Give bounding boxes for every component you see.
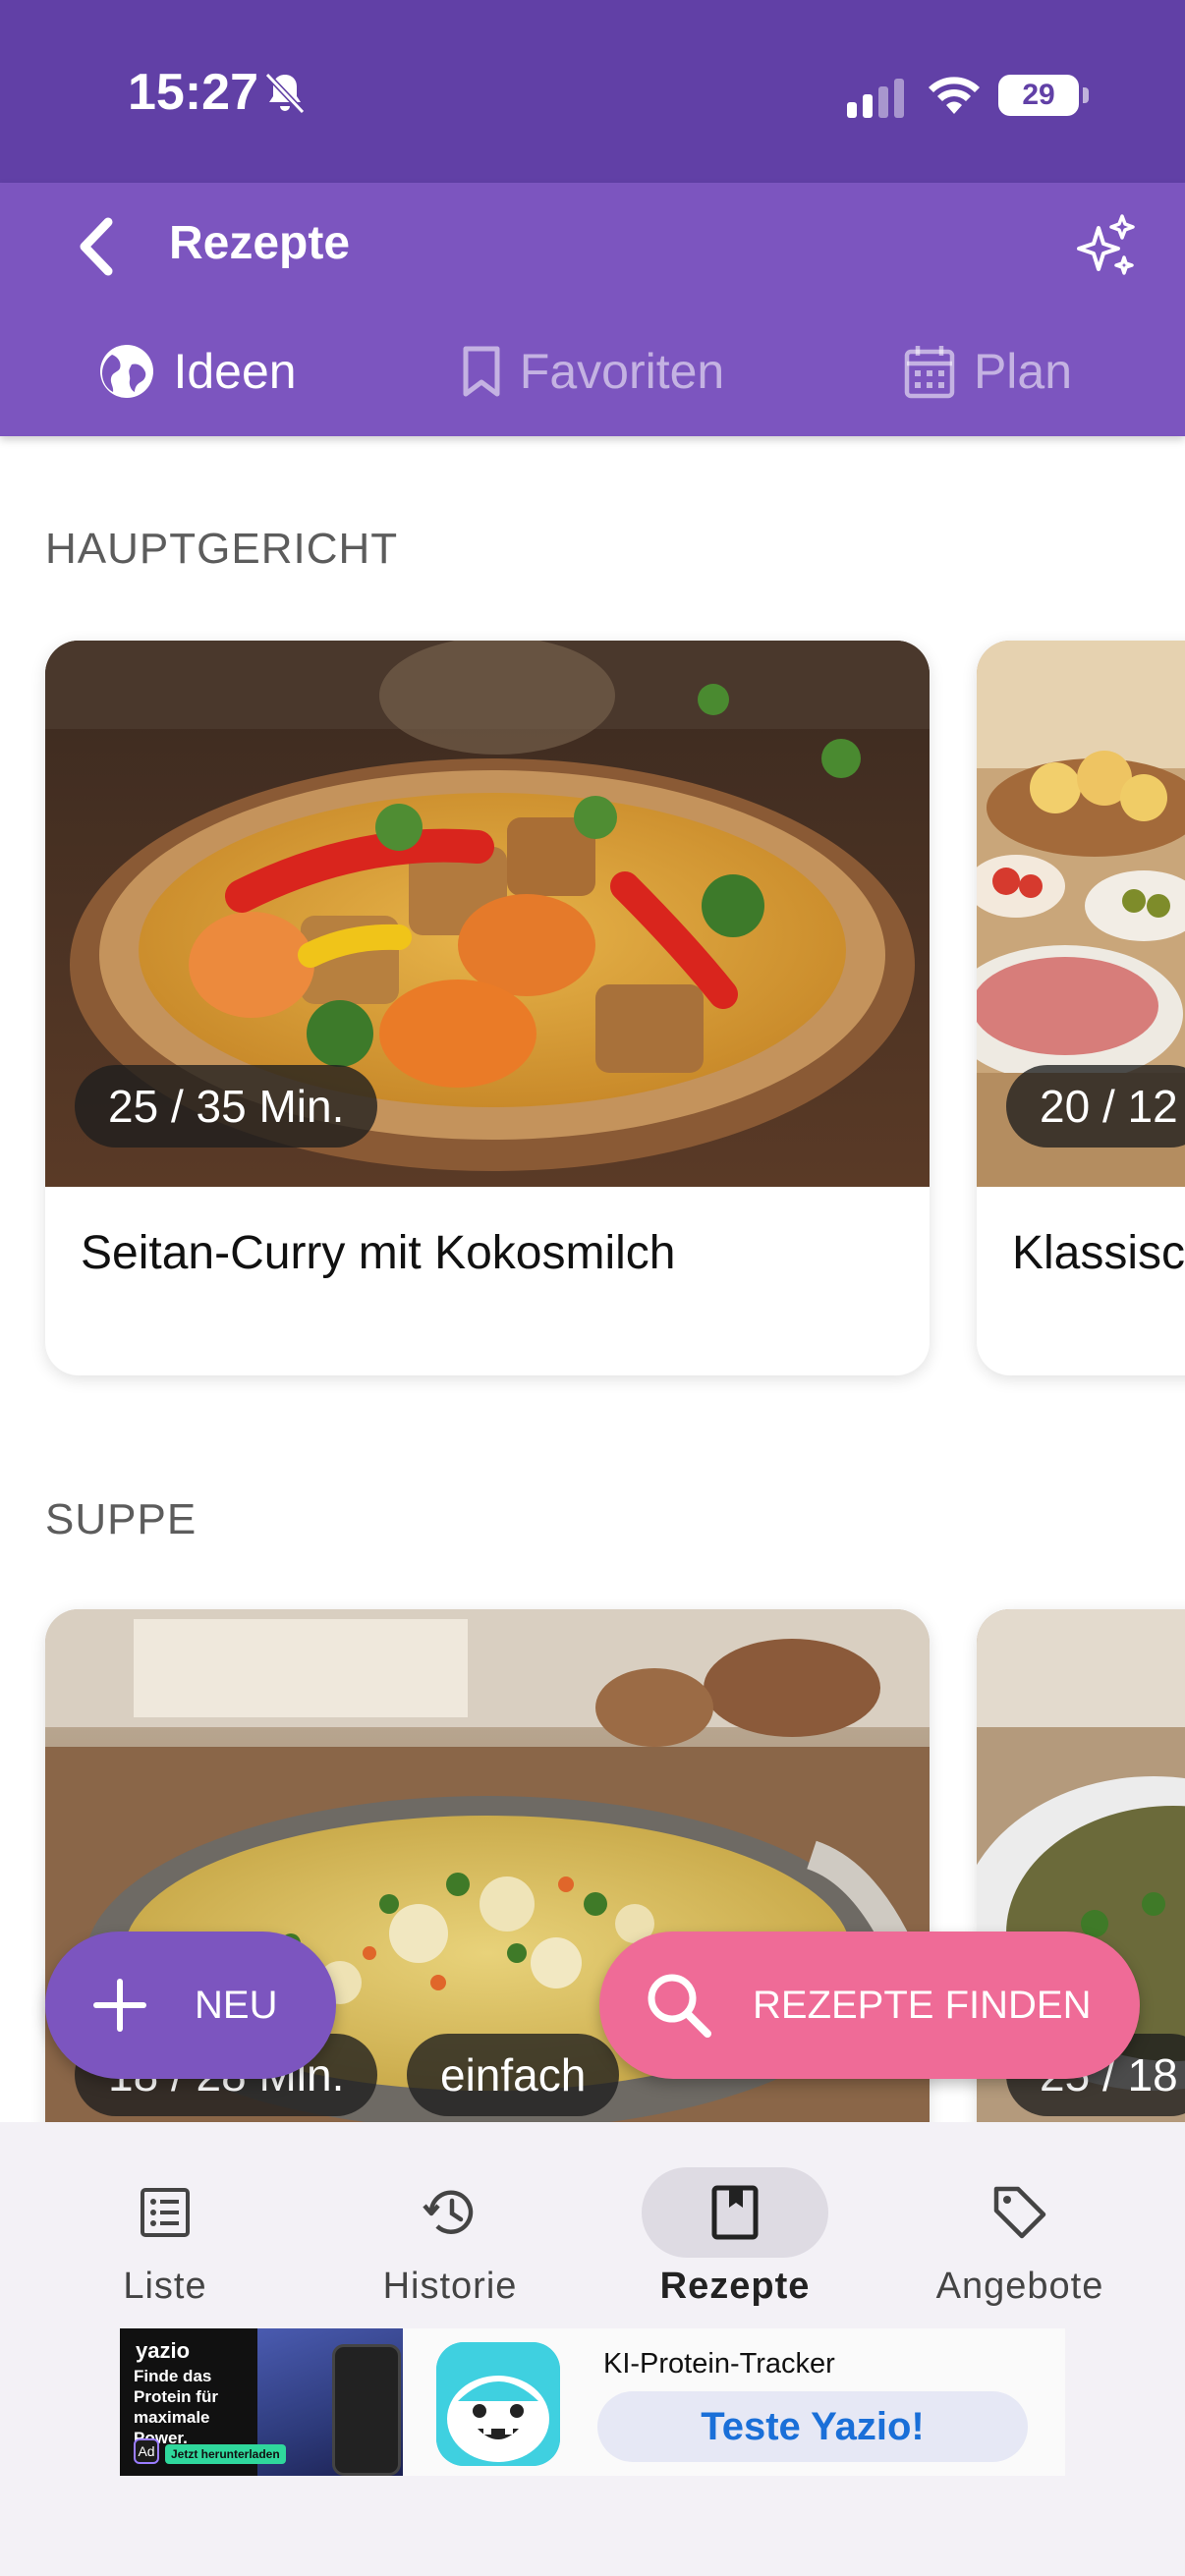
wifi-icon [929, 77, 980, 114]
bottom-navigation: Liste Historie Rezepte Angebote yazio Fi… [0, 2122, 1185, 2576]
status-time: 15:27 [128, 64, 258, 121]
status-bar: 15:27 29 [0, 0, 1185, 183]
tab-plan-label: Plan [973, 344, 1073, 399]
find-recipes-label: REZEPTE FINDEN [753, 1983, 1092, 2027]
recipe-card[interactable]: 20 / 12 Klassisc [977, 641, 1185, 1375]
globe-icon [100, 345, 154, 398]
difficulty-chip: einfach [407, 2034, 620, 2116]
recipe-card[interactable]: 25 / 18 [977, 1609, 1185, 2199]
time-chip: 20 / 12 [1006, 1065, 1185, 1148]
bookmark-icon [463, 346, 500, 397]
bell-muted-icon [264, 72, 306, 115]
history-icon [423, 2190, 474, 2234]
app-bar: Rezepte Ideen Favoriten Plan [0, 183, 1185, 560]
book-icon [711, 2185, 759, 2240]
nav-label: Historie [382, 2266, 518, 2307]
signal-icon [847, 79, 904, 118]
page-title: Rezepte [169, 217, 351, 269]
nav-label: Rezepte [659, 2266, 811, 2307]
recipe-card[interactable]: 25 / 35 Min. Seitan-Curry mit Kokosmilch [45, 641, 930, 1375]
new-recipe-button[interactable]: NEU [45, 1932, 336, 2079]
calendar-icon [904, 346, 955, 399]
sparkle-icon[interactable] [1075, 214, 1138, 279]
time-chip: 25 / 35 Min. [75, 1065, 378, 1148]
tab-bar: Ideen Favoriten Plan [0, 307, 1185, 560]
ad-title: KI-Protein-Tracker [603, 2348, 835, 2380]
battery-indicator: 29 [998, 75, 1089, 116]
ad-banner[interactable]: yazio Finde das Protein für maximale Pow… [120, 2328, 1065, 2476]
nav-item-historie[interactable]: Historie [308, 2144, 592, 2311]
section-title-suppe: SUPPE [45, 1495, 198, 1543]
search-icon [648, 1974, 711, 2038]
section-title-hauptgericht: HAUPTGERICHT [45, 525, 399, 573]
nav-item-angebote[interactable]: Angebote [877, 2144, 1162, 2311]
list-icon [141, 2188, 190, 2237]
nav-item-rezepte[interactable]: Rezepte [592, 2144, 877, 2311]
new-recipe-label: NEU [195, 1983, 278, 2027]
ad-image: yazio Finde das Protein für maximale Pow… [120, 2328, 403, 2476]
recipe-card[interactable]: 18 / 28 Min. einfach [45, 1609, 930, 2199]
tag-icon [993, 2186, 1046, 2239]
ad-brand: yazio [136, 2338, 191, 2363]
nav-label: Liste [123, 2266, 207, 2307]
back-arrow-icon[interactable] [71, 212, 130, 281]
nav-item-liste[interactable]: Liste [23, 2144, 308, 2311]
tab-ideen-label: Ideen [173, 344, 297, 399]
tab-ideen[interactable]: Ideen [0, 307, 395, 436]
ad-download-badge: Jetzt herunterladen [165, 2444, 286, 2464]
ad-cta-button[interactable]: Teste Yazio! [597, 2391, 1028, 2462]
recipe-title: Klassisc [1012, 1227, 1185, 1279]
yazio-app-icon [436, 2342, 560, 2466]
plus-icon [93, 1979, 146, 2032]
ad-tagline: Finde das Protein für maximale Power. [134, 2367, 218, 2447]
tab-favoriten[interactable]: Favoriten [395, 307, 790, 436]
tab-plan[interactable]: Plan [790, 307, 1185, 436]
recipe-title: Seitan-Curry mit Kokosmilch [81, 1227, 676, 1279]
tab-favoriten-label: Favoriten [519, 344, 725, 399]
ad-choice-badge: Ad [134, 2438, 159, 2464]
nav-label: Angebote [935, 2266, 1104, 2307]
find-recipes-button[interactable]: REZEPTE FINDEN [599, 1932, 1140, 2079]
